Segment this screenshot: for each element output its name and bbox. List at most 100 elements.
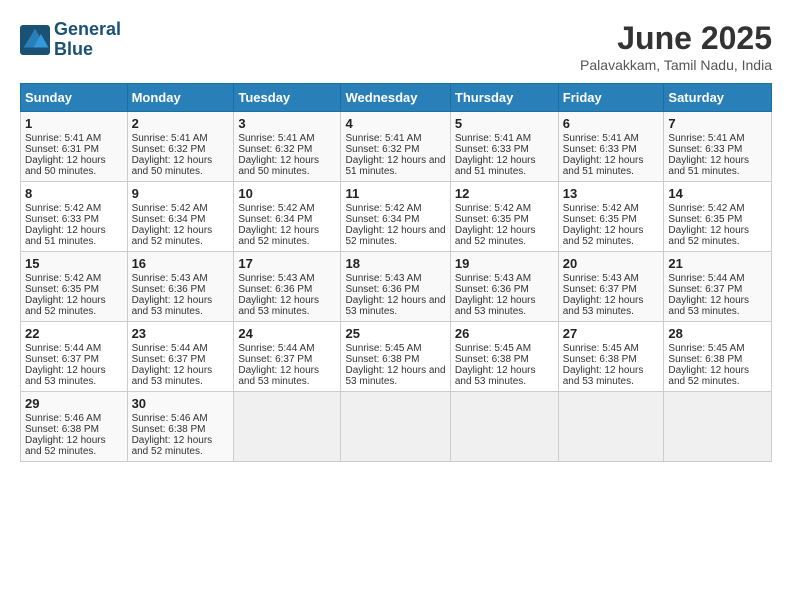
sunset: Sunset: 6:32 PM [345,144,419,155]
calendar-cell: 1Sunrise: 5:41 AMSunset: 6:31 PMDaylight… [21,112,128,182]
day-number: 7 [668,116,767,131]
day-number: 20 [563,256,660,271]
day-number: 22 [25,326,123,341]
daylight: Daylight: 12 hours and 53 minutes. [563,295,644,317]
calendar-cell: 15Sunrise: 5:42 AMSunset: 6:35 PMDayligh… [21,252,128,322]
daylight: Daylight: 12 hours and 50 minutes. [25,155,106,177]
daylight: Daylight: 12 hours and 52 minutes. [25,295,106,317]
logo-text: General Blue [54,20,121,60]
day-header-sunday: Sunday [21,84,128,112]
day-number: 28 [668,326,767,341]
day-number: 14 [668,186,767,201]
month-title: June 2025 [580,20,772,57]
sunrise: Sunrise: 5:45 AM [668,343,744,354]
calendar-week-3: 15Sunrise: 5:42 AMSunset: 6:35 PMDayligh… [21,252,772,322]
sunrise: Sunrise: 5:41 AM [25,133,101,144]
calendar-cell [234,392,341,462]
calendar-cell: 26Sunrise: 5:45 AMSunset: 6:38 PMDayligh… [450,322,558,392]
daylight: Daylight: 12 hours and 52 minutes. [238,225,319,247]
sunset: Sunset: 6:36 PM [455,284,529,295]
day-number: 9 [132,186,230,201]
calendar-cell: 3Sunrise: 5:41 AMSunset: 6:32 PMDaylight… [234,112,341,182]
sunset: Sunset: 6:34 PM [238,214,312,225]
calendar-cell: 4Sunrise: 5:41 AMSunset: 6:32 PMDaylight… [341,112,450,182]
day-number: 10 [238,186,336,201]
sunset: Sunset: 6:33 PM [563,144,637,155]
calendar-cell: 16Sunrise: 5:43 AMSunset: 6:36 PMDayligh… [127,252,234,322]
logo-line1: General [54,20,121,40]
day-number: 18 [345,256,445,271]
calendar-cell: 24Sunrise: 5:44 AMSunset: 6:37 PMDayligh… [234,322,341,392]
daylight: Daylight: 12 hours and 53 minutes. [345,295,445,317]
daylight: Daylight: 12 hours and 51 minutes. [25,225,106,247]
calendar-cell: 29Sunrise: 5:46 AMSunset: 6:38 PMDayligh… [21,392,128,462]
daylight: Daylight: 12 hours and 51 minutes. [455,155,536,177]
sunrise: Sunrise: 5:44 AM [668,273,744,284]
day-number: 11 [345,186,445,201]
calendar-cell: 14Sunrise: 5:42 AMSunset: 6:35 PMDayligh… [664,182,772,252]
day-header-thursday: Thursday [450,84,558,112]
sunrise: Sunrise: 5:44 AM [132,343,208,354]
calendar-cell: 18 Sunrise: 5:43 AMSunset: 6:36 PMDayligh… [341,252,450,322]
sunrise: Sunrise: 5:43 AM [345,273,421,284]
daylight: Daylight: 12 hours and 52 minutes. [345,225,445,247]
calendar-body: 1Sunrise: 5:41 AMSunset: 6:31 PMDaylight… [21,112,772,462]
calendar-cell: 11Sunrise: 5:42 AMSunset: 6:34 PMDayligh… [341,182,450,252]
calendar-week-4: 22Sunrise: 5:44 AMSunset: 6:37 PMDayligh… [21,322,772,392]
day-header-saturday: Saturday [664,84,772,112]
sunset: Sunset: 6:33 PM [668,144,742,155]
sunrise: Sunrise: 5:45 AM [455,343,531,354]
daylight: Daylight: 12 hours and 53 minutes. [668,295,749,317]
daylight: Daylight: 12 hours and 52 minutes. [668,225,749,247]
sunrise: Sunrise: 5:42 AM [563,203,639,214]
daylight: Daylight: 12 hours and 52 minutes. [25,435,106,457]
daylight: Daylight: 12 hours and 51 minutes. [345,155,445,177]
sunrise: Sunrise: 5:43 AM [238,273,314,284]
sunset: Sunset: 6:37 PM [132,354,206,365]
sunset: Sunset: 6:37 PM [25,354,99,365]
day-number: 16 [132,256,230,271]
calendar-cell: 30Sunrise: 5:46 AMSunset: 6:38 PMDayligh… [127,392,234,462]
sunset: Sunset: 6:33 PM [455,144,529,155]
day-header-tuesday: Tuesday [234,84,341,112]
calendar-cell [450,392,558,462]
calendar-cell: 28Sunrise: 5:45 AMSunset: 6:38 PMDayligh… [664,322,772,392]
daylight: Daylight: 12 hours and 52 minutes. [668,365,749,387]
day-number: 5 [455,116,554,131]
daylight: Daylight: 12 hours and 53 minutes. [238,365,319,387]
header-row: SundayMondayTuesdayWednesdayThursdayFrid… [21,84,772,112]
day-number: 21 [668,256,767,271]
calendar-header: SundayMondayTuesdayWednesdayThursdayFrid… [21,84,772,112]
sunset: Sunset: 6:33 PM [25,214,99,225]
header: General Blue June 2025 Palavakkam, Tamil… [20,20,772,73]
sunset: Sunset: 6:36 PM [345,284,419,295]
day-number: 1 [25,116,123,131]
calendar-week-5: 29Sunrise: 5:46 AMSunset: 6:38 PMDayligh… [21,392,772,462]
day-header-monday: Monday [127,84,234,112]
sunset: Sunset: 6:35 PM [563,214,637,225]
daylight: Daylight: 12 hours and 53 minutes. [132,295,213,317]
daylight: Daylight: 12 hours and 51 minutes. [668,155,749,177]
sunset: Sunset: 6:38 PM [563,354,637,365]
daylight: Daylight: 12 hours and 52 minutes. [132,435,213,457]
calendar-cell: 8Sunrise: 5:42 AMSunset: 6:33 PMDaylight… [21,182,128,252]
sunrise: Sunrise: 5:42 AM [345,203,421,214]
day-number: 17 [238,256,336,271]
calendar-cell: 10Sunrise: 5:42 AMSunset: 6:34 PMDayligh… [234,182,341,252]
sunrise: Sunrise: 5:43 AM [563,273,639,284]
sunrise: Sunrise: 5:46 AM [132,413,208,424]
sunrise: Sunrise: 5:44 AM [238,343,314,354]
day-number: 26 [455,326,554,341]
sunrise: Sunrise: 5:41 AM [132,133,208,144]
sunrise: Sunrise: 5:44 AM [25,343,101,354]
sunset: Sunset: 6:36 PM [132,284,206,295]
sunrise: Sunrise: 5:45 AM [563,343,639,354]
sunset: Sunset: 6:35 PM [25,284,99,295]
sunset: Sunset: 6:36 PM [238,284,312,295]
calendar-cell: 25Sunrise: 5:45 AMSunset: 6:38 PMDayligh… [341,322,450,392]
calendar-cell: 23Sunrise: 5:44 AMSunset: 6:37 PMDayligh… [127,322,234,392]
location: Palavakkam, Tamil Nadu, India [580,57,772,73]
sunset: Sunset: 6:38 PM [455,354,529,365]
calendar-cell: 2Sunrise: 5:41 AMSunset: 6:32 PMDaylight… [127,112,234,182]
daylight: Daylight: 12 hours and 52 minutes. [455,225,536,247]
